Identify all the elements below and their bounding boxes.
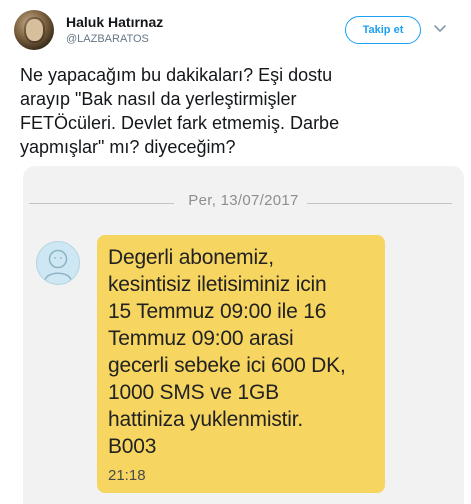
chevron-down-icon[interactable] [432, 20, 448, 36]
message-time: 21:18 [108, 467, 146, 484]
person-icon [44, 249, 72, 281]
tweet-media-screenshot[interactable]: Per, 13/07/2017 Degerli abonemiz, kesint… [23, 166, 464, 504]
tweet-text: Ne yapacağım bu dakikaları? Eşi dostu ar… [20, 65, 340, 157]
author-handle[interactable]: @LAZBARATOS [66, 33, 149, 45]
message-text: Degerli abonemiz, kesintisiz iletisimini… [108, 246, 346, 458]
follow-button[interactable]: Takip et [345, 16, 421, 44]
avatar-face [26, 19, 43, 41]
author-display-name[interactable]: Haluk Hatırnaz [66, 14, 163, 30]
message-bubble: Degerli abonemiz, kesintisiz iletisimini… [97, 235, 385, 493]
tweet-header: Haluk Hatırnaz @LAZBARATOS Takip et [0, 0, 471, 60]
contact-avatar [36, 241, 80, 285]
message-date: Per, 13/07/2017 [188, 192, 299, 209]
avatar[interactable] [14, 10, 54, 50]
